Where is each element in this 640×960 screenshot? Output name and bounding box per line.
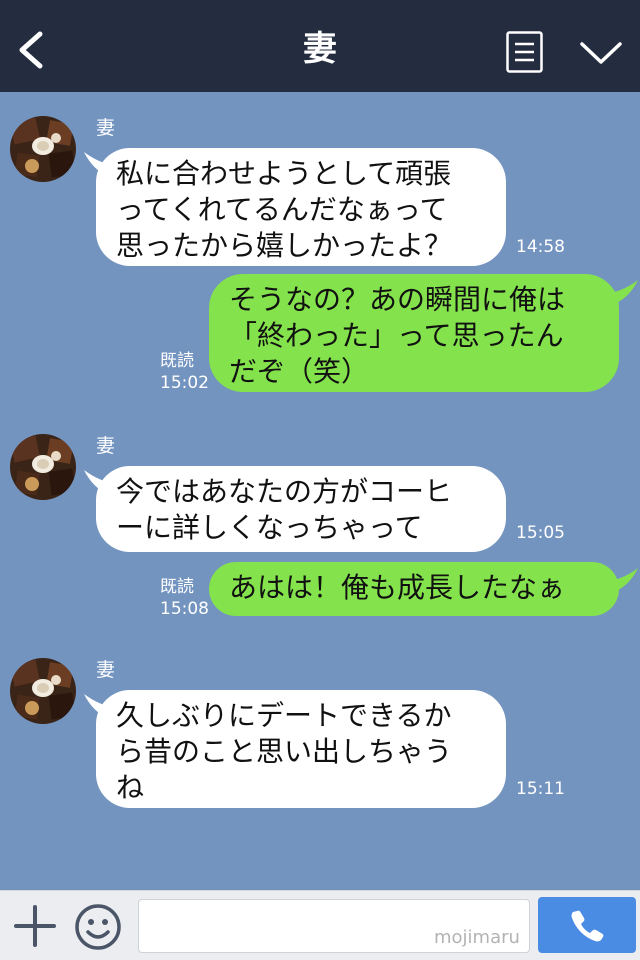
- sender-name: 妻: [96, 435, 116, 457]
- read-receipt: 既読: [160, 577, 194, 597]
- message-time: 15:08: [160, 599, 209, 619]
- sender-name: 妻: [96, 659, 116, 681]
- chocolate-avatar-icon: [10, 434, 76, 500]
- chat-header: 妻: [0, 0, 640, 92]
- message-time: 15:05: [516, 523, 565, 543]
- watermark: mojimaru: [434, 927, 520, 948]
- call-button[interactable]: [538, 897, 636, 953]
- message-time: 14:58: [516, 237, 565, 257]
- chocolate-avatar-icon: [10, 116, 76, 182]
- message-bubble[interactable]: 久しぶりにデートできるか ら昔のこと思い出しちゃう ね: [96, 690, 506, 808]
- read-receipt: 既読: [160, 351, 194, 371]
- message-bubble[interactable]: そうなの？あの瞬間に俺は 「終わった」って思ったん だぞ（笑）: [209, 274, 619, 392]
- bubble-tail: [614, 568, 638, 592]
- smile-icon[interactable]: [74, 903, 122, 951]
- phone-icon: [571, 910, 604, 942]
- message-input-bar: mojimaru: [0, 890, 640, 960]
- bubble-tail: [614, 280, 638, 304]
- chocolate-avatar-icon: [10, 658, 76, 724]
- avatar[interactable]: [10, 658, 76, 724]
- message-time: 15:11: [516, 779, 565, 799]
- message-time: 15:02: [160, 373, 209, 393]
- plus-icon[interactable]: [14, 905, 56, 947]
- chevron-down-icon[interactable]: [578, 36, 624, 68]
- message-bubble[interactable]: 私に合わせようとして頑張 ってくれてるんだなぁって 思ったから嬉しかったよ？: [96, 148, 506, 266]
- chat-title: 妻: [303, 29, 337, 69]
- avatar[interactable]: [10, 116, 76, 182]
- avatar[interactable]: [10, 434, 76, 500]
- message-bubble[interactable]: あはは！俺も成長したなぁ: [209, 562, 619, 616]
- sender-name: 妻: [96, 117, 116, 139]
- message-bubble[interactable]: 今ではあなたの方がコーヒ ーに詳しくなっちゃって: [96, 466, 506, 552]
- chat-area[interactable]: 妻 私に合わせようとして頑張 ってくれてるんだなぁって 思ったから嬉しかったよ？…: [0, 92, 640, 890]
- menu-icon[interactable]: [506, 31, 543, 73]
